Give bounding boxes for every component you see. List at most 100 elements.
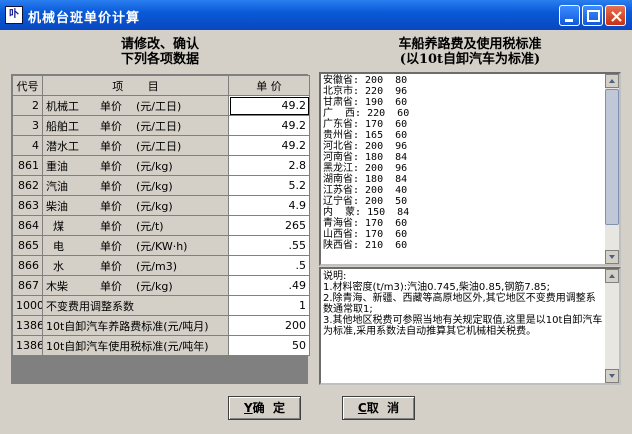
item-name: 不变费用调整系数	[46, 299, 134, 313]
list-item[interactable]: 陕西省: 210 60	[323, 240, 409, 251]
row-item: 木柴 单价 (元/kg)	[42, 275, 229, 296]
table-row: 4 潜水工 单价 (元/工日) 49.2	[12, 135, 310, 156]
ok-hotkey: Y	[243, 401, 253, 415]
scroll-down-button[interactable]	[605, 250, 619, 264]
table-header-row: 代号 项 目 单 价	[12, 75, 310, 96]
minimize-icon	[565, 19, 573, 22]
item-name: 煤	[46, 219, 64, 233]
scroll-up-button[interactable]	[605, 74, 619, 88]
item-label: 单价	[100, 139, 122, 153]
minimize-button[interactable]	[559, 5, 580, 26]
list-item[interactable]: 辽宁省: 200 50	[323, 196, 409, 207]
list-item[interactable]: 广东省: 170 60	[323, 119, 409, 130]
cancel-hotkey: C	[357, 401, 367, 415]
item-label: 单价	[100, 159, 122, 173]
notes-textbox[interactable]: 说明: 1.材料密度(t/m3):汽油0.745,柴油0.85,钢筋7.85; 2.…	[319, 267, 621, 385]
row-item: 电 单价 (元/KW·h)	[42, 235, 229, 256]
left-heading: 请修改、确认 下列各项数据	[100, 37, 220, 67]
left-heading-line2: 下列各项数据	[120, 52, 199, 67]
list-item[interactable]: 湖南省: 180 84	[323, 174, 409, 185]
header-price: 单 价	[228, 75, 310, 96]
note-line: 说明:	[323, 271, 347, 282]
price-input[interactable]: 265	[228, 215, 310, 236]
maximize-icon	[587, 10, 600, 22]
note-line: 2.除青海、新疆、西藏等高原地区外,其它地区不变费用调整系数通常取1;	[323, 293, 596, 315]
province-list-scrollbar[interactable]	[605, 74, 619, 264]
table-row: 863 柴油 单价 (元/kg) 4.9	[12, 195, 310, 216]
province-rate-list[interactable]: 安徽省: 200 80 北京市: 220 96 甘肃省: 190 60 广 西: 22…	[319, 72, 621, 266]
list-item[interactable]: 青海省: 170 60	[323, 218, 409, 229]
list-item[interactable]: 贵州省: 165 60	[323, 130, 409, 141]
close-button[interactable]	[605, 5, 626, 26]
price-input[interactable]: 200	[228, 315, 310, 336]
row-code: 3	[12, 115, 43, 136]
item-label: 单价	[100, 219, 122, 233]
note-line: 3.其他地区税费可参照当地有关规定取值,这里是以10t自卸汽车为标准,采用系数法…	[323, 315, 603, 337]
maximize-button[interactable]	[582, 5, 603, 26]
item-name: 10t自卸汽车养路费标准(元/吨月)	[46, 319, 209, 333]
notes-scrollbar[interactable]	[605, 269, 619, 383]
row-code: 863	[12, 195, 43, 216]
row-code: 866	[12, 255, 43, 276]
cancel-button[interactable]: C取 消	[342, 396, 415, 420]
list-item[interactable]: 河南省: 180 84	[323, 152, 409, 163]
price-input[interactable]: 4.9	[228, 195, 310, 216]
price-input[interactable]: 49.2	[228, 95, 310, 116]
list-item[interactable]: 甘肃省: 190 60	[323, 97, 409, 108]
item-label: 单价	[100, 239, 122, 253]
row-item: 重油 单价 (元/kg)	[42, 155, 229, 176]
ok-button[interactable]: Y确 定	[228, 396, 301, 420]
notes-scroll-down-button[interactable]	[605, 369, 619, 383]
table-row: 1386 10t自卸汽车养路费标准(元/吨月) 200	[12, 315, 310, 336]
notes-scroll-up-button[interactable]	[605, 269, 619, 283]
list-item[interactable]: 安徽省: 200 80	[323, 75, 409, 86]
item-label: 单价	[100, 179, 122, 193]
list-item[interactable]: 内 蒙: 150 84	[323, 207, 409, 218]
item-unit: (元/kg)	[136, 279, 173, 293]
list-item[interactable]: 山西省: 170 60	[323, 229, 409, 240]
price-input[interactable]: 1	[228, 295, 310, 316]
row-item: 机械工 单价 (元/工日)	[42, 95, 229, 116]
price-input[interactable]: 5.2	[228, 175, 310, 196]
price-input[interactable]: 49.2	[228, 135, 310, 156]
price-input[interactable]: 50	[228, 335, 310, 356]
note-line: 1.材料密度(t/m3):汽油0.745,柴油0.85,钢筋7.85;	[323, 282, 550, 293]
item-unit: (元/KW·h)	[136, 239, 188, 253]
table-row: 1000 不变费用调整系数 1	[12, 295, 310, 316]
table-row: 3 船舶工 单价 (元/工日) 49.2	[12, 115, 310, 136]
item-name: 柴油	[46, 199, 68, 213]
item-label: 单价	[100, 259, 122, 273]
row-code: 2	[12, 95, 43, 116]
parameter-table: 代号 项 目 单 价 2 机械工 单价 (元/工日) 49.2 3 船舶工 单价 (元/工日) 4…	[12, 75, 310, 356]
row-item: 不变费用调整系数	[42, 295, 229, 316]
price-input[interactable]: 49.2	[228, 115, 310, 136]
list-item[interactable]: 北京市: 220 96	[323, 86, 409, 97]
item-name: 汽油	[46, 179, 68, 193]
app-icon: 卟	[5, 6, 23, 24]
row-code: 865	[12, 235, 43, 256]
item-name: 电	[46, 239, 64, 253]
list-item[interactable]: 河北省: 200 96	[323, 141, 409, 152]
scroll-down-icon	[609, 255, 615, 259]
item-name: 重油	[46, 159, 68, 173]
price-input[interactable]: .55	[228, 235, 310, 256]
price-input[interactable]: .5	[228, 255, 310, 276]
right-heading-line2: (以10t自卸汽车为标准)	[399, 52, 541, 67]
row-code: 867	[12, 275, 43, 296]
price-input[interactable]: .49	[228, 275, 310, 296]
ok-label: 确 定	[252, 401, 286, 415]
scroll-up-icon	[609, 274, 615, 278]
row-code: 1386	[12, 315, 43, 336]
row-item: 水 单价 (元/m3)	[42, 255, 229, 276]
price-input[interactable]: 2.8	[228, 155, 310, 176]
item-unit: (元/工日)	[136, 139, 182, 153]
row-item: 柴油 单价 (元/kg)	[42, 195, 229, 216]
list-item[interactable]: 江苏省: 200 40	[323, 185, 409, 196]
list-item[interactable]: 黑龙江: 200 96	[323, 163, 409, 174]
item-label: 单价	[100, 279, 122, 293]
row-code: 4	[12, 135, 43, 156]
item-label: 单价	[100, 199, 122, 213]
scroll-thumb[interactable]	[605, 89, 619, 225]
scroll-up-icon	[609, 79, 615, 83]
list-item[interactable]: 广 西: 220 60	[323, 108, 409, 119]
